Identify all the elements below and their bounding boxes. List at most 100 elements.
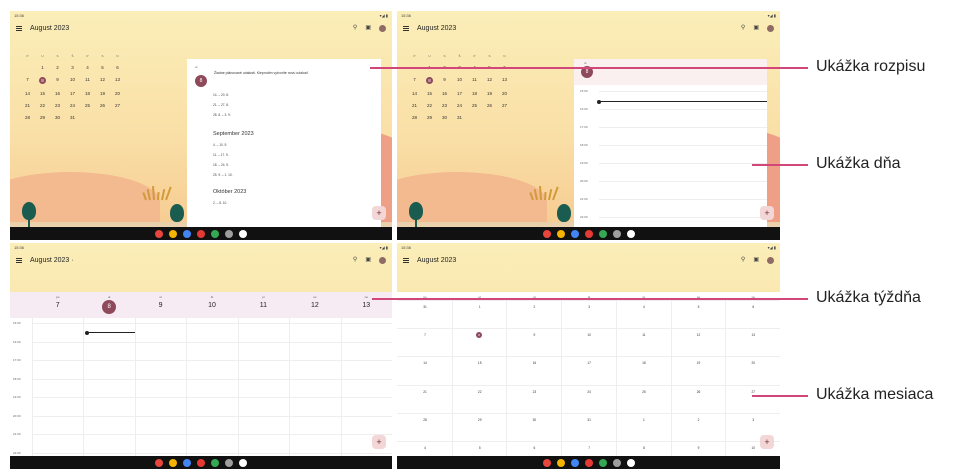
- today-icon[interactable]: ▣: [365, 257, 371, 263]
- messages-icon[interactable]: [183, 229, 191, 238]
- mini-calendar-day[interactable]: 29: [35, 115, 50, 120]
- month-day-cell[interactable]: 24: [561, 390, 617, 394]
- mini-calendar-day[interactable]: 27: [110, 103, 125, 108]
- mini-calendar-day[interactable]: 9: [50, 77, 65, 84]
- youtube-icon[interactable]: [197, 229, 205, 238]
- mini-calendar-day[interactable]: 22: [422, 103, 437, 108]
- mini-calendar-day[interactable]: 8: [422, 77, 437, 84]
- month-day-cell[interactable]: 22: [452, 390, 508, 394]
- apps-icon[interactable]: [239, 458, 247, 467]
- add-event-button[interactable]: +: [372, 206, 386, 220]
- mini-calendar-day[interactable]: 16: [437, 91, 452, 96]
- mini-calendar-day[interactable]: 18: [467, 91, 482, 96]
- mini-calendar-day[interactable]: 16: [50, 91, 65, 96]
- week-selected-day[interactable]: 8: [102, 300, 117, 314]
- search-icon[interactable]: ⚲: [353, 257, 357, 263]
- add-event-button[interactable]: +: [760, 206, 774, 220]
- search-icon[interactable]: ⚲: [741, 257, 745, 263]
- month-title[interactable]: August 2023: [30, 25, 69, 32]
- mini-calendar-day[interactable]: 17: [452, 91, 467, 96]
- mini-calendar-day[interactable]: 25: [80, 103, 95, 108]
- month-title[interactable]: August 2023: [417, 257, 456, 264]
- mini-calendar-day[interactable]: 7: [20, 77, 35, 84]
- mini-calendar-day[interactable]: 20: [110, 91, 125, 96]
- mini-calendar-day[interactable]: 19: [482, 91, 497, 96]
- chrome-icon[interactable]: [211, 458, 219, 467]
- photos-icon[interactable]: [169, 458, 177, 467]
- photos-icon[interactable]: [556, 229, 565, 238]
- mini-calendar-day[interactable]: 21: [407, 103, 422, 108]
- apps-icon[interactable]: [626, 458, 635, 467]
- month-day-cell[interactable]: 31: [561, 418, 617, 422]
- mini-calendar-day[interactable]: 19: [95, 91, 110, 96]
- mini-calendar-day[interactable]: 27: [497, 103, 512, 108]
- mini-calendar-day[interactable]: 25: [467, 103, 482, 108]
- month-day-cell[interactable]: 8: [616, 446, 672, 450]
- mini-calendar-day[interactable]: 13: [110, 77, 125, 84]
- month-day-cell[interactable]: 21: [397, 390, 453, 394]
- month-day-cell[interactable]: 6: [506, 446, 562, 450]
- messages-icon[interactable]: [570, 458, 579, 467]
- menu-icon[interactable]: [16, 25, 22, 31]
- menu-icon[interactable]: [16, 257, 22, 263]
- week-day-number[interactable]: 7: [48, 302, 68, 309]
- mini-calendar-day[interactable]: 14: [20, 91, 35, 96]
- mini-calendar-day[interactable]: 26: [482, 103, 497, 108]
- month-day-cell[interactable]: 5: [671, 305, 727, 309]
- mini-calendar-day[interactable]: 24: [452, 103, 467, 108]
- mini-calendar-day[interactable]: 29: [422, 115, 437, 120]
- month-day-cell[interactable]: 31: [397, 305, 453, 309]
- mini-calendar-day[interactable]: 1: [35, 65, 50, 70]
- chrome-icon[interactable]: [598, 229, 607, 238]
- week-day-number[interactable]: 11: [253, 302, 273, 309]
- week-day-number[interactable]: 12: [305, 302, 325, 309]
- month-day-cell[interactable]: 6: [725, 305, 780, 309]
- month-day-cell[interactable]: 3: [725, 418, 780, 422]
- month-day-cell[interactable]: 1: [452, 305, 508, 309]
- month-title[interactable]: August 2023: [417, 25, 456, 32]
- youtube-icon[interactable]: [584, 229, 593, 238]
- mini-calendar-day[interactable]: 12: [95, 77, 110, 84]
- month-day-cell[interactable]: 9: [506, 333, 562, 337]
- month-day-cell[interactable]: 4: [616, 305, 672, 309]
- mini-calendar-day[interactable]: 10: [452, 77, 467, 84]
- mini-calendar-day[interactable]: 15: [422, 91, 437, 96]
- month-day-cell[interactable]: 7: [397, 333, 453, 337]
- month-day-cell[interactable]: 20: [725, 361, 780, 365]
- mini-calendar-day[interactable]: 31: [65, 115, 80, 120]
- mini-calendar-day[interactable]: 21: [20, 103, 35, 108]
- month-day-cell[interactable]: 3: [561, 305, 617, 309]
- mini-calendar-day[interactable]: 5: [95, 65, 110, 70]
- mini-calendar-day[interactable]: 22: [35, 103, 50, 108]
- mini-calendar-day[interactable]: 9: [437, 77, 452, 84]
- add-event-button[interactable]: +: [372, 435, 386, 449]
- month-day-cell[interactable]: 29: [452, 418, 508, 422]
- mini-calendar-day[interactable]: 11: [467, 77, 482, 84]
- mini-calendar-day[interactable]: 20: [497, 91, 512, 96]
- mini-calendar-day[interactable]: 6: [110, 65, 125, 70]
- month-day-cell[interactable]: 28: [397, 418, 453, 422]
- month-day-cell[interactable]: 17: [561, 361, 617, 365]
- month-day-cell[interactable]: 18: [616, 361, 672, 365]
- gmail-icon[interactable]: [542, 229, 551, 238]
- chrome-icon[interactable]: [211, 229, 219, 238]
- photos-icon[interactable]: [556, 458, 565, 467]
- week-day-number[interactable]: 9: [151, 302, 171, 309]
- mini-calendar-day[interactable]: 28: [20, 115, 35, 120]
- month-day-cell[interactable]: 13: [725, 333, 780, 337]
- mini-calendar-day[interactable]: 30: [437, 115, 452, 120]
- search-icon[interactable]: ⚲: [353, 25, 357, 31]
- gmail-icon[interactable]: [542, 458, 551, 467]
- mini-calendar-day[interactable]: 17: [65, 91, 80, 96]
- schedule-day-number[interactable]: 8: [195, 75, 207, 87]
- mini-calendar-day[interactable]: 30: [50, 115, 65, 120]
- avatar[interactable]: [767, 256, 774, 264]
- no-events-message[interactable]: Žiadne plánované udalosti. Klepnutím vyt…: [214, 71, 309, 75]
- search-icon[interactable]: ⚲: [741, 25, 745, 31]
- menu-icon[interactable]: [403, 257, 409, 263]
- month-day-cell[interactable]: 25: [616, 390, 672, 394]
- month-day-cell[interactable]: 5: [452, 446, 508, 450]
- camera-icon[interactable]: [612, 229, 621, 238]
- today-icon[interactable]: ▣: [753, 25, 759, 31]
- today-icon[interactable]: ▣: [365, 25, 371, 31]
